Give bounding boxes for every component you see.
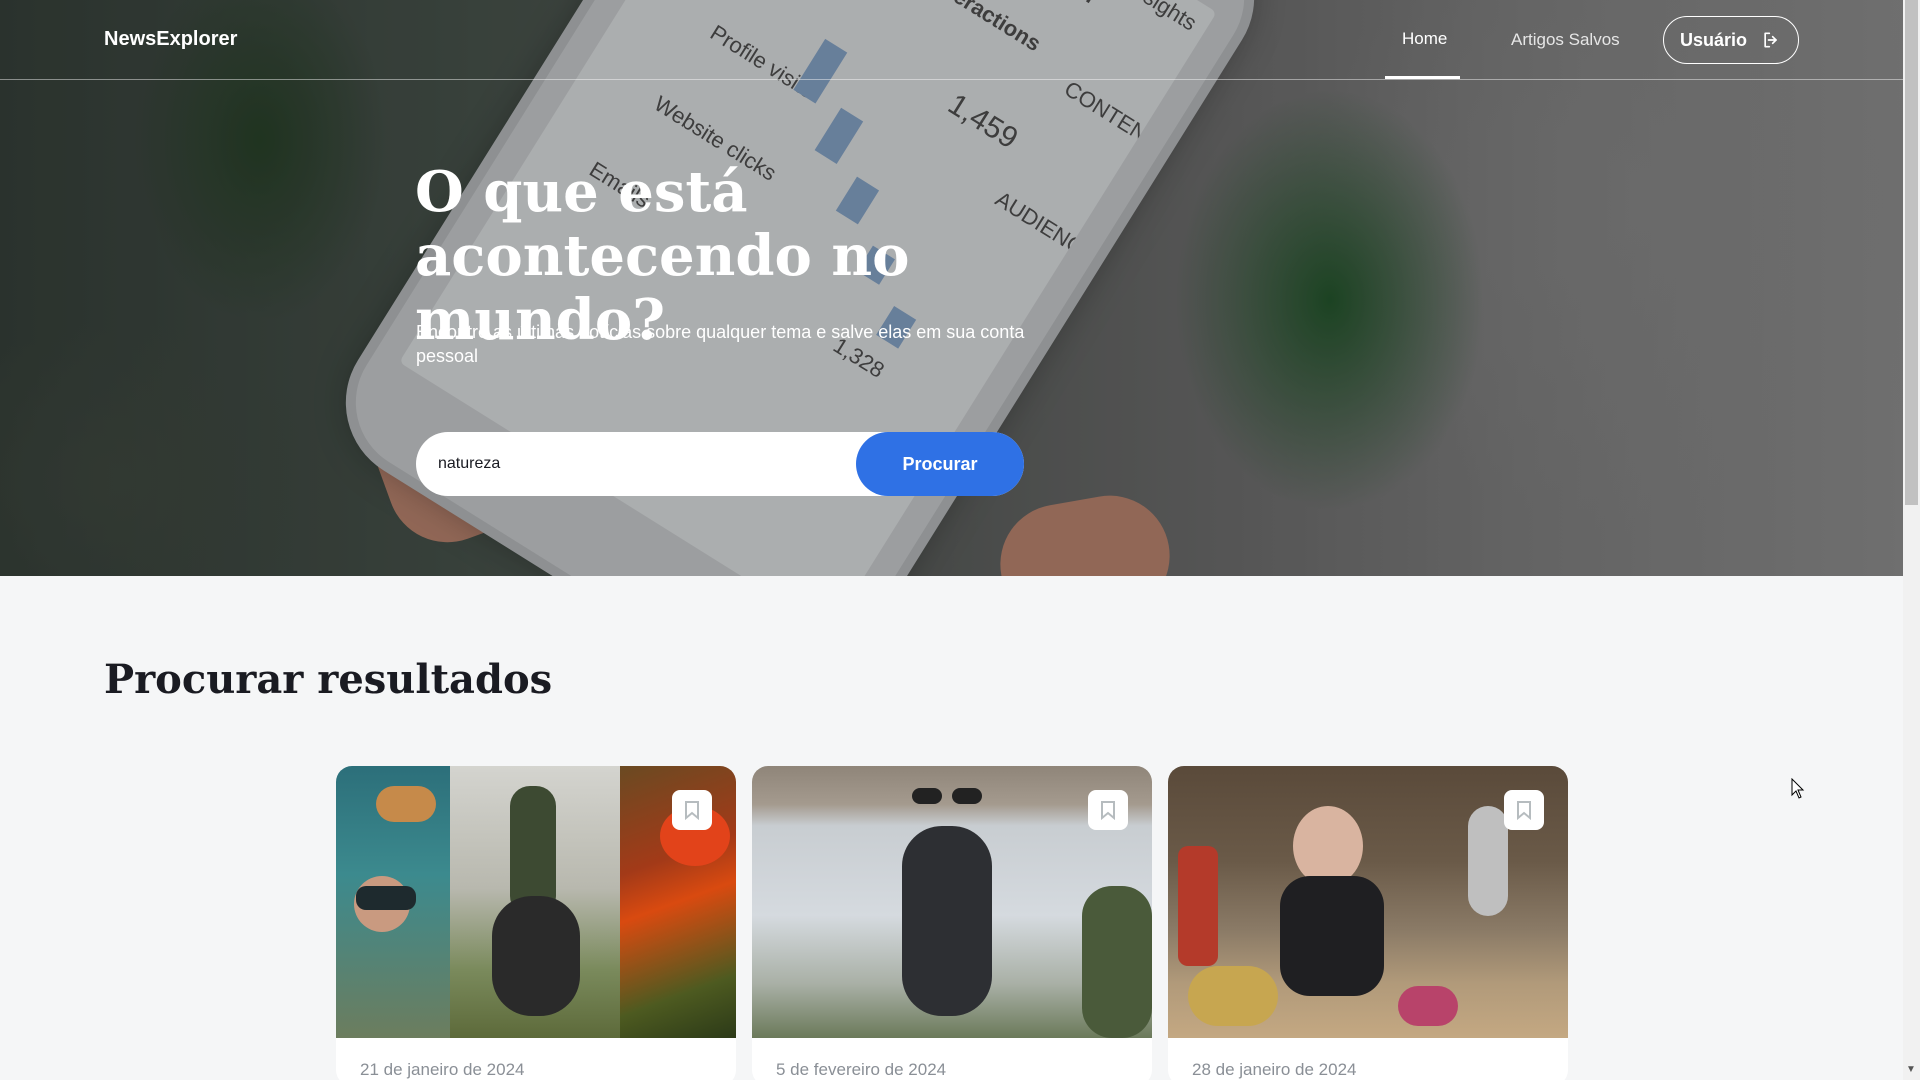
bookmark-icon: [685, 801, 699, 820]
user-logout-button[interactable]: Usuário: [1663, 16, 1799, 64]
hero-subtitle: Encontre as últimas notícias sobre qualq…: [416, 322, 1025, 366]
header: NewsExplorer Home Artigos Salvos Usuário: [0, 0, 1903, 80]
search-input[interactable]: [438, 452, 838, 476]
scroll-down-icon[interactable]: ▼: [1906, 1064, 1916, 1075]
bookmark-icon: [1101, 801, 1115, 820]
card-date: 21 de janeiro de 2024: [360, 1060, 525, 1079]
card-date: 5 de fevereiro de 2024: [776, 1060, 947, 1079]
scrollbar-thumb[interactable]: [1905, 0, 1918, 505]
logo[interactable]: NewsExplorer: [104, 28, 237, 51]
search-button[interactable]: Procurar: [856, 432, 1024, 496]
mouse-cursor-icon: [1791, 778, 1805, 799]
nav-home-link[interactable]: Home: [1402, 29, 1447, 49]
bookmark-button[interactable]: [1088, 790, 1128, 830]
logout-icon: [1764, 32, 1777, 48]
bookmark-button[interactable]: [672, 790, 712, 830]
search-form: Procurar: [416, 432, 1024, 496]
bookmark-icon: [1517, 801, 1531, 820]
user-button-label: Usuário: [1680, 29, 1748, 50]
card-date: 28 de janeiro de 2024: [1192, 1060, 1357, 1079]
news-card[interactable]: 21 de janeiro de 2024: [336, 766, 736, 1080]
news-card[interactable]: 5 de fevereiro de 2024: [752, 766, 1152, 1080]
news-card[interactable]: 28 de janeiro de 2024: [1168, 766, 1568, 1080]
results-title: Procurar resultados: [104, 656, 553, 703]
bookmark-button[interactable]: [1504, 790, 1544, 830]
nav-active-indicator: [1385, 76, 1460, 79]
nav-saved-articles-link[interactable]: Artigos Salvos: [1511, 30, 1620, 50]
